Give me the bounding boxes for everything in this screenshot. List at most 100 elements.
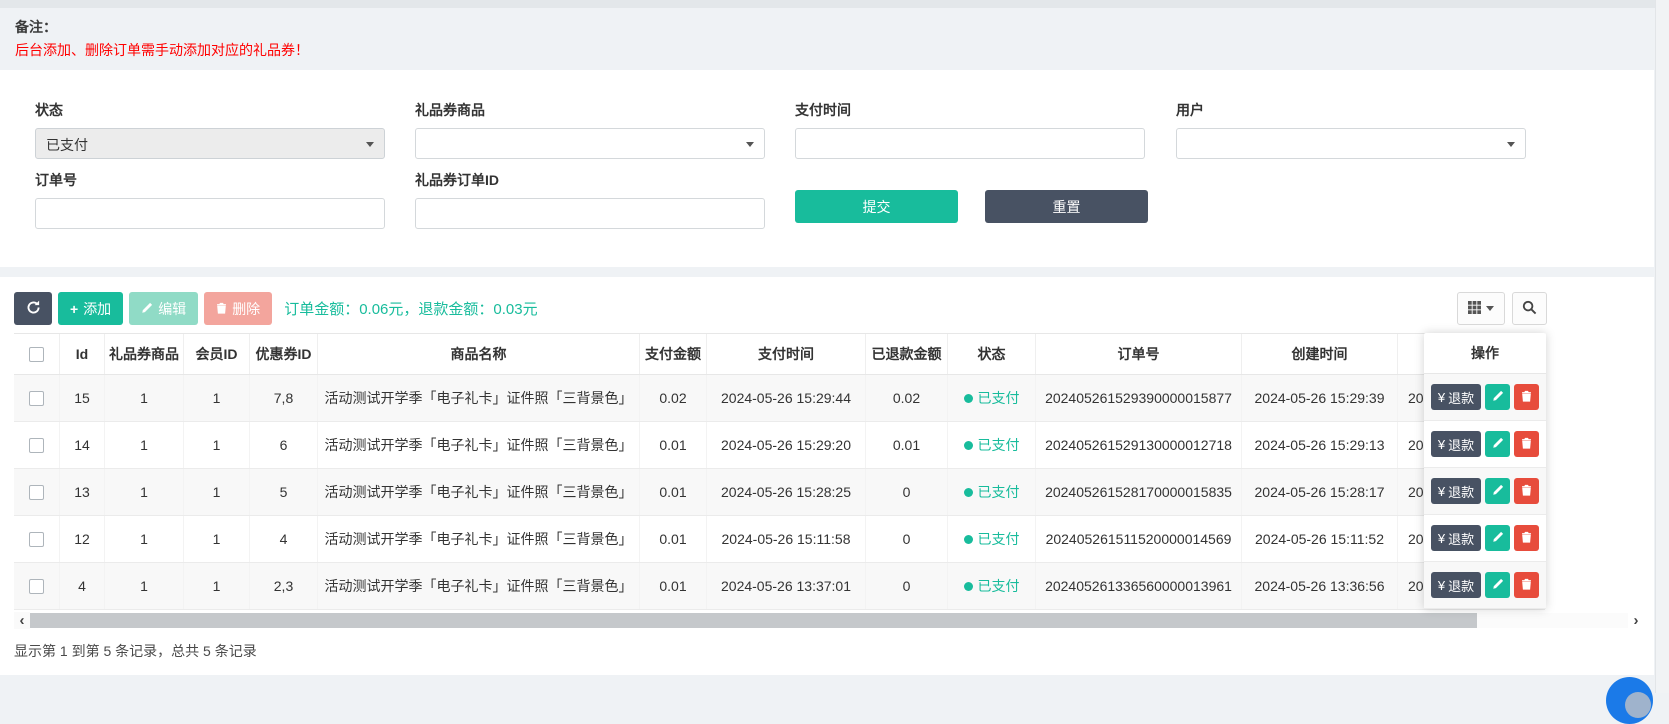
cell-id: 14 — [60, 422, 105, 468]
delete-button[interactable]: 删除 — [204, 292, 272, 325]
gift-order-id-label: 礼品券订单ID — [415, 170, 765, 190]
status-dot-icon — [964, 441, 973, 450]
row-edit-button[interactable] — [1485, 384, 1510, 410]
refund-button-label: 退款 — [1448, 388, 1474, 407]
order-no-label: 订单号 — [35, 170, 385, 190]
status-dot-icon — [964, 582, 973, 591]
refund-button-label: 退款 — [1448, 482, 1474, 501]
row-edit-button[interactable] — [1485, 572, 1510, 598]
note-title: 备注： — [15, 16, 309, 39]
cell-id: 15 — [60, 375, 105, 421]
submit-button[interactable]: 提交 — [795, 190, 958, 223]
pencil-icon — [1492, 578, 1504, 593]
cell-created: 2024-05-26 15:29:39 — [1242, 375, 1398, 421]
trash-icon — [1521, 484, 1532, 499]
cell-product-name: 活动测试开学季「电子礼卡」证件照「三背景色」 — [318, 516, 640, 562]
row-edit-button[interactable] — [1485, 525, 1510, 551]
refund-button[interactable]: ¥退款 — [1431, 431, 1481, 457]
columns-button[interactable] — [1457, 292, 1505, 325]
table-header-row: Id 礼品券商品 会员ID 优惠券ID 商品名称 支付金额 支付时间 已退款金额… — [14, 333, 1545, 375]
order-no-input[interactable] — [36, 199, 384, 228]
refresh-button[interactable] — [14, 292, 52, 325]
cell-created: 2024-05-26 15:29:13 — [1242, 422, 1398, 468]
pay-time-field-wrap — [795, 128, 1145, 159]
row-checkbox[interactable] — [29, 485, 44, 500]
row-checkbox[interactable] — [29, 438, 44, 453]
row-delete-button[interactable] — [1514, 525, 1539, 551]
cell-member-id: 1 — [184, 469, 250, 515]
row-delete-button[interactable] — [1514, 384, 1539, 410]
scrollbar-track[interactable] — [1477, 613, 1628, 628]
row-delete-button[interactable] — [1514, 572, 1539, 598]
cell-product-name: 活动测试开学季「电子礼卡」证件照「三背景色」 — [318, 563, 640, 609]
actions-row: ¥退款 — [1424, 562, 1546, 609]
top-divider — [0, 0, 1669, 8]
note-warning: 后台添加、删除订单需手动添加对应的礼品券！ — [15, 39, 309, 62]
search-button[interactable] — [1512, 292, 1547, 325]
cell-select — [14, 422, 60, 468]
status-dot-icon — [964, 488, 973, 497]
cell-coupon-id: 2,3 — [250, 563, 318, 609]
status-badge: 已支付 — [978, 529, 1020, 549]
cell-amount: 0.02 — [640, 375, 707, 421]
actions-row: ¥退款 — [1424, 468, 1546, 515]
pay-time-input[interactable] — [796, 129, 1144, 158]
search-icon — [1522, 300, 1537, 318]
cell-pay-time: 2024-05-26 15:28:25 — [707, 469, 866, 515]
cell-status: 已支付 — [948, 469, 1036, 515]
fab-inner-graphic — [1625, 692, 1651, 718]
refund-button[interactable]: ¥退款 — [1431, 478, 1481, 504]
user-select[interactable] — [1176, 128, 1526, 159]
horizontal-scrollbar: ‹ › — [14, 612, 1644, 629]
col-header-amount: 支付金额 — [640, 334, 707, 374]
status-label: 状态 — [35, 100, 385, 120]
cell-product-name: 活动测试开学季「电子礼卡」证件照「三背景色」 — [318, 469, 640, 515]
scrollbar-thumb[interactable] — [30, 613, 1477, 628]
cell-select — [14, 516, 60, 562]
edit-button-label: 编辑 — [158, 299, 186, 319]
gift-product-select-value — [416, 129, 764, 141]
chevron-down-icon — [1507, 142, 1515, 147]
col-header-pay-time: 支付时间 — [707, 334, 866, 374]
cell-member-id: 1 — [184, 422, 250, 468]
row-edit-button[interactable] — [1485, 431, 1510, 457]
scroll-left-icon[interactable]: ‹ — [14, 612, 30, 629]
cell-product-name: 活动测试开学季「电子礼卡」证件照「三背景色」 — [318, 422, 640, 468]
row-checkbox[interactable] — [29, 579, 44, 594]
row-edit-button[interactable] — [1485, 478, 1510, 504]
gift-order-id-input[interactable] — [416, 199, 764, 228]
refund-button[interactable]: ¥退款 — [1431, 384, 1481, 410]
row-checkbox[interactable] — [29, 391, 44, 406]
user-select-value — [1177, 129, 1525, 141]
cell-product: 1 — [105, 469, 184, 515]
page-scrollbar[interactable] — [1655, 0, 1669, 693]
cell-id: 13 — [60, 469, 105, 515]
refund-button[interactable]: ¥退款 — [1431, 572, 1481, 598]
add-button-label: 添加 — [83, 299, 111, 319]
yen-icon: ¥ — [1438, 484, 1445, 499]
trash-icon — [1521, 578, 1532, 593]
select-all-checkbox[interactable] — [29, 347, 44, 362]
table-row: 13115活动测试开学季「电子礼卡」证件照「三背景色」0.012024-05-2… — [14, 469, 1545, 516]
refund-button[interactable]: ¥退款 — [1431, 525, 1481, 551]
user-label: 用户 — [1176, 100, 1526, 120]
row-delete-button[interactable] — [1514, 431, 1539, 457]
edit-button[interactable]: 编辑 — [129, 292, 198, 325]
yen-icon: ¥ — [1438, 531, 1445, 546]
floating-action-button[interactable] — [1606, 677, 1653, 724]
cell-product: 1 — [105, 563, 184, 609]
cell-select — [14, 469, 60, 515]
row-checkbox[interactable] — [29, 532, 44, 547]
refund-button-label: 退款 — [1448, 435, 1474, 454]
status-select[interactable]: 已支付 — [35, 128, 385, 159]
trash-icon — [1521, 437, 1532, 452]
reset-button[interactable]: 重置 — [985, 190, 1148, 223]
add-button[interactable]: + 添加 — [58, 292, 123, 325]
cell-product: 1 — [105, 375, 184, 421]
row-delete-button[interactable] — [1514, 478, 1539, 504]
scroll-right-icon[interactable]: › — [1628, 612, 1644, 629]
gift-product-select[interactable] — [415, 128, 765, 159]
cell-refunded: 0.01 — [866, 422, 948, 468]
actions-row: ¥退款 — [1424, 374, 1546, 421]
cell-member-id: 1 — [184, 375, 250, 421]
